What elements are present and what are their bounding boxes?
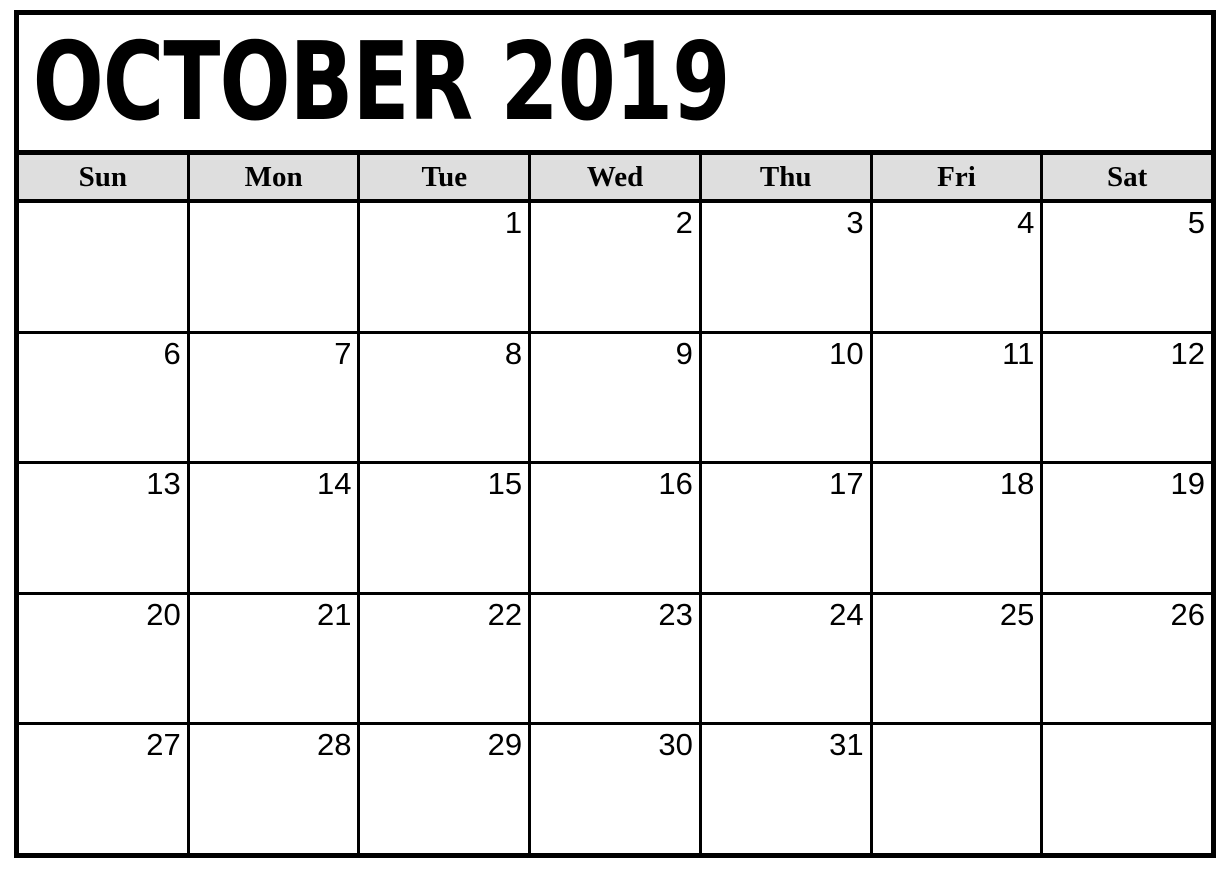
day-number: 20: [146, 596, 181, 632]
day-number: 1: [504, 205, 523, 240]
day-number: 19: [1170, 466, 1206, 502]
day-cell[interactable]: [872, 725, 1044, 853]
day-cell[interactable]: 18: [872, 464, 1044, 592]
day-number: 21: [316, 596, 352, 632]
day-cell[interactable]: 2: [531, 203, 702, 331]
weekday-header-sun: Sun: [19, 155, 190, 199]
day-number: 29: [487, 727, 523, 763]
day-number: 27: [146, 727, 181, 763]
day-cell[interactable]: 16: [531, 464, 702, 592]
weekday-header-tue: Tue: [360, 155, 532, 199]
day-number: 26: [1170, 596, 1206, 632]
day-cell[interactable]: 21: [189, 594, 361, 723]
day-number: 16: [658, 466, 693, 502]
day-number: 23: [658, 596, 693, 632]
day-number: 3: [846, 205, 864, 240]
day-cell[interactable]: 14: [189, 464, 361, 592]
weekday-header-sat: Sat: [1043, 155, 1212, 199]
day-number: 18: [999, 466, 1035, 502]
weekday-label: Thu: [759, 160, 812, 193]
day-cell[interactable]: 5: [1043, 203, 1212, 331]
day-number: 15: [487, 466, 523, 502]
day-cell[interactable]: 4: [872, 203, 1044, 331]
weekday-header-wed: Wed: [531, 155, 702, 199]
day-cell[interactable]: 30: [531, 725, 702, 853]
day-number: 7: [334, 335, 352, 371]
day-cell[interactable]: [19, 203, 190, 331]
day-cell[interactable]: 17: [701, 464, 873, 592]
day-number: 10: [829, 335, 864, 371]
day-cell[interactable]: [189, 203, 361, 331]
day-cell[interactable]: 10: [701, 333, 873, 462]
weekday-label: Fri: [937, 160, 976, 193]
day-number: 5: [1187, 205, 1206, 240]
day-cell[interactable]: 25: [872, 594, 1044, 723]
calendar-week-row: 20 21 22 23 24 25 26: [19, 594, 1212, 726]
day-number: 4: [1017, 205, 1035, 240]
day-number: 2: [675, 205, 693, 240]
weekday-header-fri: Fri: [872, 155, 1044, 199]
calendar-week-row: 6 7 8 9 10 11 12: [19, 333, 1212, 465]
day-cell[interactable]: 7: [189, 333, 361, 462]
day-cell[interactable]: 24: [701, 594, 873, 723]
day-cell[interactable]: 23: [531, 594, 702, 723]
day-number: 13: [146, 466, 181, 502]
month-calendar: OCTOBER 2019 Sun Mon Tue Wed Thu Fri Sat…: [14, 10, 1216, 858]
calendar-title-bar: OCTOBER 2019: [19, 15, 1211, 155]
day-number: 6: [163, 335, 181, 371]
day-number: 30: [658, 727, 693, 763]
day-cell[interactable]: 31: [701, 725, 873, 853]
calendar-week-row: 27 28 29 30 31: [19, 725, 1212, 853]
day-number: 11: [1002, 335, 1035, 371]
day-cell[interactable]: 19: [1043, 464, 1212, 592]
weekday-header-thu: Thu: [701, 155, 873, 199]
day-cell[interactable]: 8: [360, 333, 532, 462]
day-cell[interactable]: 26: [1043, 594, 1212, 723]
day-number: 12: [1170, 335, 1206, 371]
day-cell[interactable]: 6: [19, 333, 190, 462]
calendar-week-grid: 1 2 3 4 5 6 7 8 9 10 11 12 13 14 15 16 1…: [19, 203, 1212, 853]
day-number: 25: [999, 596, 1035, 632]
day-cell[interactable]: 27: [19, 725, 190, 853]
weekday-header-mon: Mon: [189, 155, 361, 199]
calendar-week-row: 1 2 3 4 5: [19, 203, 1212, 334]
day-cell[interactable]: [1043, 725, 1212, 853]
weekday-label: Wed: [586, 160, 644, 193]
day-number: 22: [487, 596, 523, 632]
day-cell[interactable]: 28: [189, 725, 361, 853]
page-title: OCTOBER 2019: [32, 19, 731, 145]
day-cell[interactable]: 15: [360, 464, 532, 592]
day-number: 28: [316, 727, 352, 763]
day-number: 8: [504, 335, 523, 371]
day-number: 24: [829, 596, 864, 632]
weekday-header-row: Sun Mon Tue Wed Thu Fri Sat: [19, 155, 1212, 203]
weekday-label: Sun: [78, 160, 128, 193]
day-cell[interactable]: 20: [19, 594, 190, 723]
calendar-week-row: 13 14 15 16 17 18 19: [19, 464, 1212, 595]
day-number: 14: [316, 466, 352, 502]
weekday-label: Mon: [244, 160, 303, 193]
day-cell[interactable]: 29: [360, 725, 532, 853]
day-number: 31: [829, 727, 864, 763]
day-number: 17: [829, 466, 864, 502]
day-cell[interactable]: 22: [360, 594, 532, 723]
day-cell[interactable]: 9: [531, 333, 702, 462]
day-number: 9: [675, 335, 693, 371]
weekday-label: Tue: [421, 160, 468, 193]
day-cell[interactable]: 13: [19, 464, 190, 592]
day-cell[interactable]: 1: [360, 203, 532, 331]
day-cell[interactable]: 12: [1043, 333, 1212, 462]
weekday-label: Sat: [1107, 160, 1148, 193]
day-cell[interactable]: 11: [872, 333, 1044, 462]
day-cell[interactable]: 3: [701, 203, 873, 331]
